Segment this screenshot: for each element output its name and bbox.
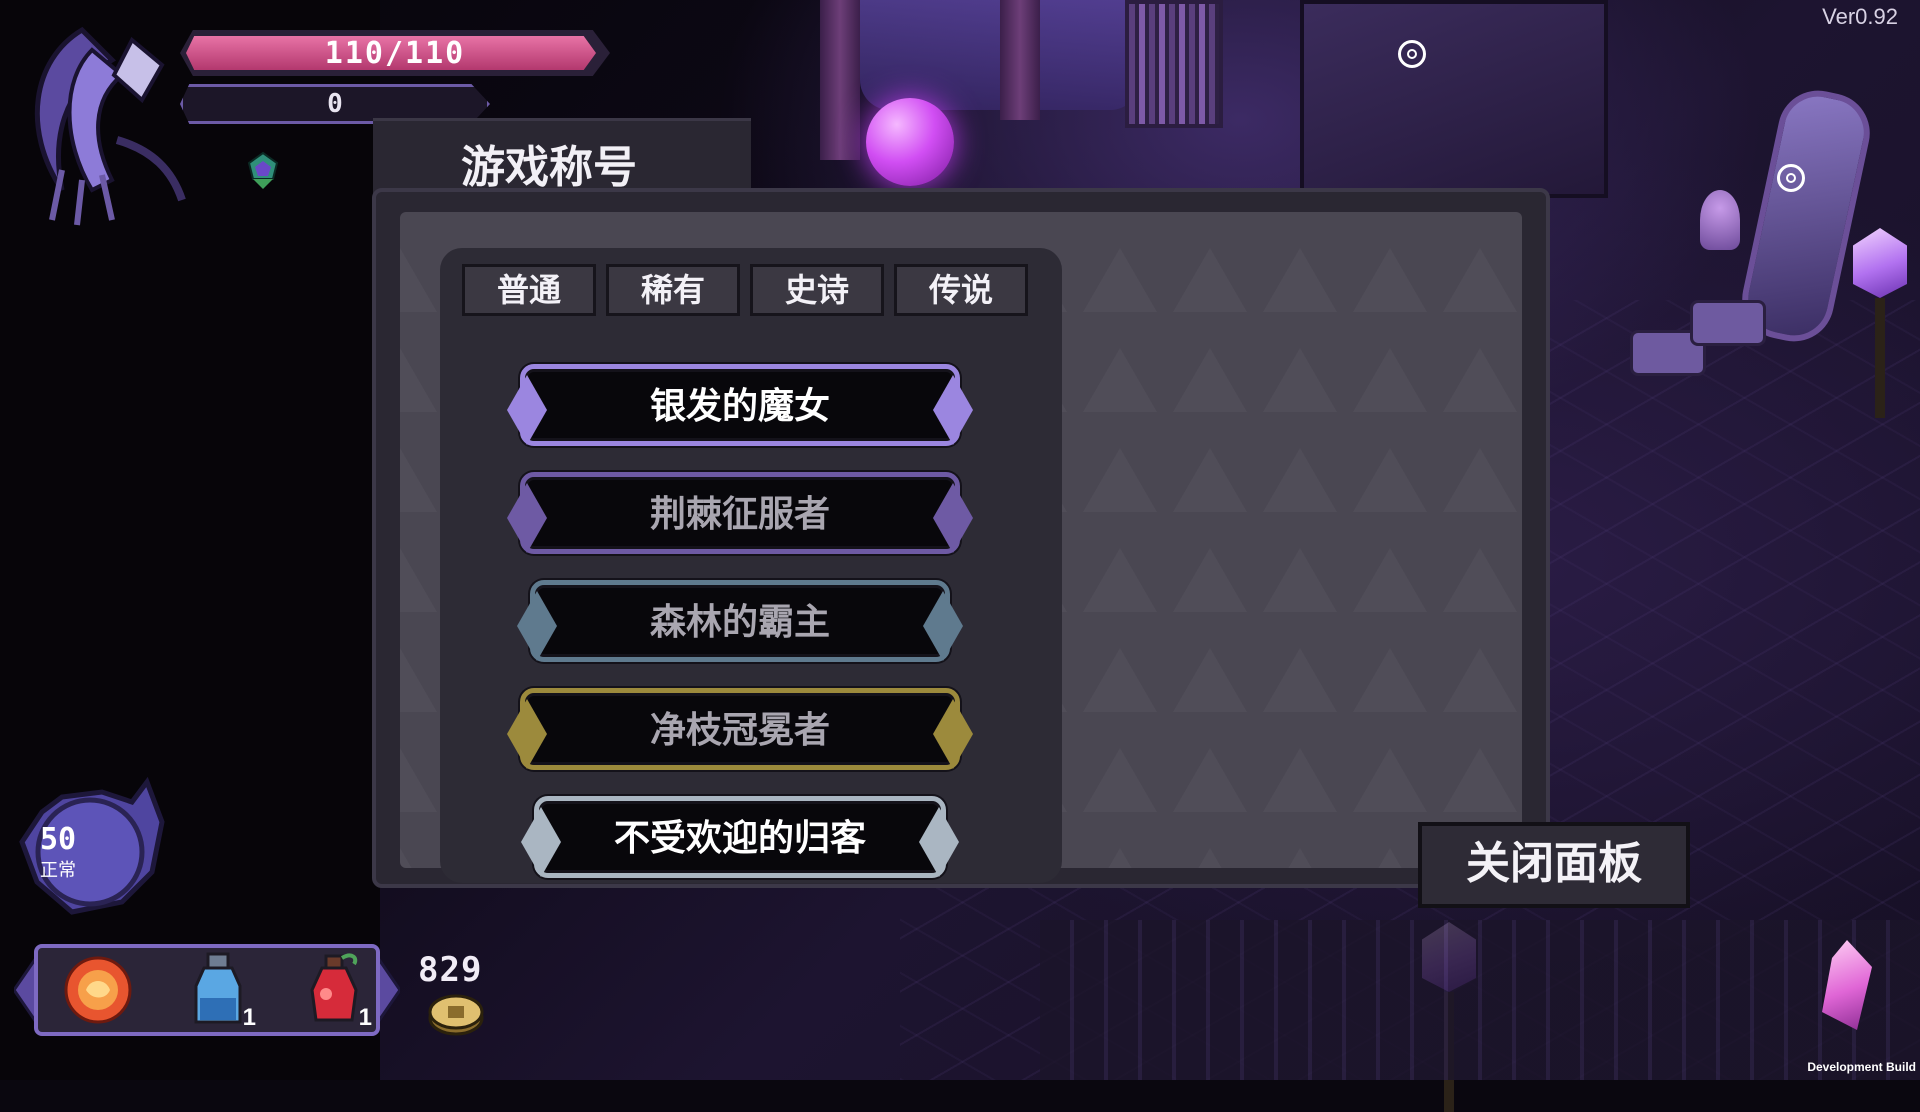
- title-label: 银发的魔女: [649, 386, 830, 427]
- health-text: 110/110: [324, 36, 466, 71]
- interact-marker-icon[interactable]: [1777, 164, 1805, 192]
- title-item-thorn-conqueror[interactable]: 荆棘征服者: [507, 472, 973, 554]
- frame-ornament-icon: [919, 807, 959, 877]
- frame-ornament-icon: [507, 483, 547, 553]
- coin-icon: [428, 990, 484, 1036]
- title-label: 净枝冠冕者: [649, 710, 830, 751]
- character-crest-icon: [22, 20, 192, 230]
- tab-rare[interactable]: 稀有: [606, 264, 740, 316]
- title-label: 森林的霸主: [649, 602, 830, 643]
- bookshelf: [1125, 0, 1223, 128]
- development-build-label: Development Build: [1807, 1060, 1916, 1074]
- title-label: 不受欢迎的归客: [613, 818, 866, 859]
- cushion-stool: [1690, 300, 1766, 346]
- item-count: 1: [358, 1004, 372, 1031]
- frame-ornament-icon: [507, 699, 547, 769]
- status-value: 50: [39, 822, 77, 857]
- curtain-right: [1000, 0, 1040, 120]
- frame-ornament-icon: [933, 375, 973, 445]
- item-slot-3[interactable]: 1: [294, 950, 374, 1031]
- titles-panel: 普通 稀有 史诗 传说 银发的魔女 荆棘征服者 森林的霸主 净枝冠冕者 不受欢迎…: [372, 188, 1550, 888]
- interact-marker-icon[interactable]: [1398, 40, 1426, 68]
- crystal-ball: [866, 98, 954, 186]
- title-item-crown-bearer[interactable]: 净枝冠冕者: [507, 688, 973, 770]
- version-label: Ver0.92: [1822, 4, 1898, 29]
- mana-text: 0: [327, 89, 343, 119]
- item-count: 1: [242, 1004, 256, 1031]
- panel-title: 游戏称号: [461, 142, 637, 193]
- potted-plant: [1700, 190, 1740, 250]
- item-slot-2[interactable]: 1: [178, 950, 258, 1031]
- title-item-unwelcome-returner[interactable]: 不受欢迎的归客: [521, 796, 959, 878]
- panel-header: 游戏称号: [373, 118, 751, 195]
- frame-ornament-icon: [923, 591, 963, 661]
- frame-ornament-icon: [517, 591, 557, 661]
- fire-orb-icon: [64, 956, 132, 1024]
- tab-legendary[interactable]: 传说: [894, 264, 1028, 316]
- title-list-area: 普通 稀有 史诗 传说 银发的魔女 荆棘征服者 森林的霸主 净枝冠冕者 不受欢迎…: [440, 248, 1062, 883]
- buff-icon[interactable]: [243, 151, 283, 191]
- frame-ornament-icon: [933, 483, 973, 553]
- status-gauge: 50 正常: [12, 772, 172, 922]
- tab-common[interactable]: 普通: [462, 264, 596, 316]
- canopy-bed: [1300, 0, 1608, 198]
- health-bar: 110/110: [180, 30, 610, 76]
- title-label: 荆棘征服者: [649, 494, 830, 535]
- status-label: 正常: [40, 860, 76, 881]
- quick-item-bar: 1 1: [14, 938, 400, 1042]
- tab-epic[interactable]: 史诗: [750, 264, 884, 316]
- crystal-lamp: [1845, 228, 1915, 418]
- frame-ornament-icon: [507, 375, 547, 445]
- item-slot-1[interactable]: [58, 950, 138, 1030]
- title-item-silver-witch[interactable]: 银发的魔女: [507, 364, 973, 446]
- railing: [1040, 920, 1920, 1080]
- close-panel-button[interactable]: 关闭面板: [1418, 822, 1690, 908]
- gold-count: 829: [418, 950, 483, 990]
- curtain-left: [820, 0, 860, 160]
- frame-ornament-icon: [933, 699, 973, 769]
- panel-content: 普通 稀有 史诗 传说 银发的魔女 荆棘征服者 森林的霸主 净枝冠冕者 不受欢迎…: [400, 212, 1522, 883]
- frame-ornament-icon: [521, 807, 561, 877]
- title-item-forest-overlord[interactable]: 森林的霸主: [517, 580, 963, 662]
